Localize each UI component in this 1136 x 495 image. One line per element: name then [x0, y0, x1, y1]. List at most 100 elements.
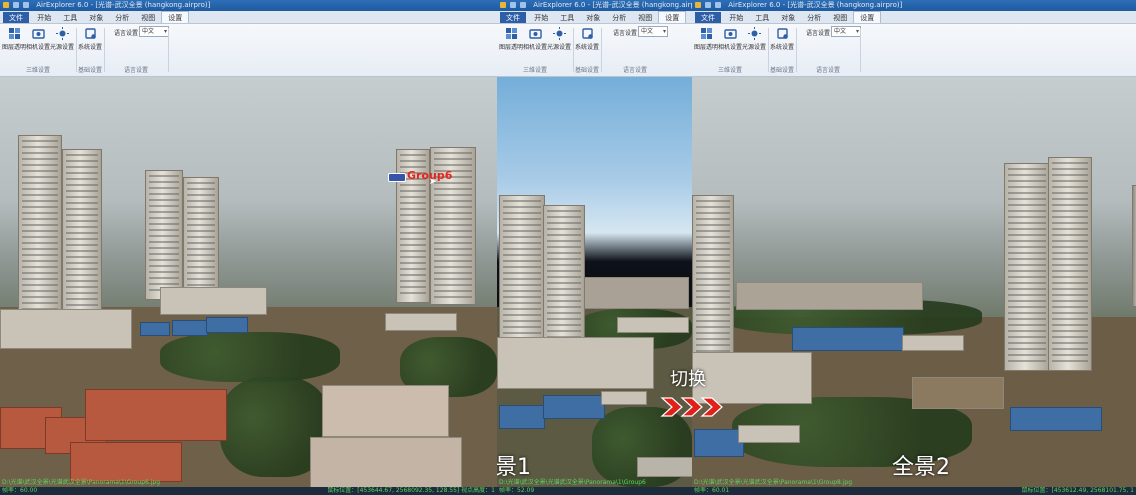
low-building: [385, 313, 457, 331]
window-title: AirExplorer 6.0 - [光谱-武汉全景 (hangkong.air…: [36, 1, 211, 9]
button-label: 相机设置: [26, 44, 51, 51]
button-label: 光源设置: [547, 44, 572, 51]
button-label: 系统设置: [575, 44, 600, 51]
camera-settings-button[interactable]: 相机设置: [718, 27, 742, 51]
camera-icon: [528, 29, 542, 39]
tab-view[interactable]: 视图: [135, 12, 161, 23]
tab-analysis[interactable]: 分析: [109, 12, 135, 23]
panorama-viewport[interactable]: Group6 ➤: [0, 77, 497, 487]
panorama-2-label: 全景2: [892, 455, 950, 480]
system-settings-button[interactable]: 系统设置: [770, 27, 794, 51]
ribbon-tabs: 文件 开始 工具 对象 分析 视图 设置: [692, 11, 1136, 24]
sun-icon: [552, 27, 566, 40]
save-icon[interactable]: [510, 2, 516, 8]
distant-buildings: [582, 277, 689, 309]
button-label: 图层透明: [499, 44, 524, 51]
tab-settings[interactable]: 设置: [658, 11, 687, 23]
layer-transparency-button[interactable]: 图层透明: [694, 27, 718, 51]
mouse-cursor-icon: ➤: [429, 177, 437, 187]
title-bar: AirExplorer 6.0 - [光谱-武汉全景 (hangkong.air…: [692, 0, 1136, 11]
podium-building: [0, 309, 132, 349]
distant-buildings: [736, 282, 923, 310]
podium-building: [497, 337, 654, 389]
file-tab[interactable]: 文件: [695, 12, 721, 23]
tab-view[interactable]: 视图: [827, 12, 853, 23]
status-bar: 帧率：60.00 鼠标位置：[453644.67, 2568092.35, 12…: [0, 487, 497, 495]
group-marker-icon[interactable]: [388, 173, 406, 182]
tab-objects[interactable]: 对象: [83, 12, 109, 23]
light-settings-button[interactable]: 光源设置: [742, 27, 766, 51]
blue-roof: [140, 322, 170, 336]
group-base-settings: 基础设置: [78, 67, 103, 74]
button-label: 光源设置: [50, 44, 75, 51]
button-label: 图层透明: [694, 44, 719, 51]
sun-icon: [747, 27, 761, 40]
button-label: 相机设置: [523, 44, 548, 51]
panorama-window-right: AirExplorer 6.0 - [光谱-武汉全景 (hangkong.air…: [692, 0, 1136, 495]
undo-icon[interactable]: [23, 2, 29, 8]
undo-icon[interactable]: [520, 2, 526, 8]
camera-icon: [31, 29, 45, 39]
camera-settings-button[interactable]: 相机设置: [26, 27, 50, 51]
frame-rate: 帧率：52.09: [499, 487, 535, 494]
tower-building: [1004, 163, 1050, 371]
undo-icon[interactable]: [715, 2, 721, 8]
group-base-settings: 基础设置: [770, 67, 795, 74]
layer-transparency-button[interactable]: 图层透明: [2, 27, 26, 51]
window-title: AirExplorer 6.0 - [光谱-武汉全景 (hangkong.air…: [533, 1, 692, 9]
button-label: 相机设置: [718, 44, 743, 51]
switch-arrows-icon: [660, 397, 723, 417]
tower-building: [62, 149, 102, 311]
save-icon[interactable]: [13, 2, 19, 8]
panorama-viewport[interactable]: 全景2: [692, 77, 1136, 487]
tab-analysis[interactable]: 分析: [801, 12, 827, 23]
tab-tools[interactable]: 工具: [554, 12, 580, 23]
tower-building: [18, 135, 62, 315]
language-select[interactable]: 中文: [139, 26, 169, 37]
system-settings-button[interactable]: 系统设置: [575, 27, 599, 51]
file-tab[interactable]: 文件: [3, 12, 29, 23]
tab-start[interactable]: 开始: [31, 12, 57, 23]
tab-settings[interactable]: 设置: [853, 11, 882, 23]
tab-objects[interactable]: 对象: [580, 12, 606, 23]
title-bar: AirExplorer 6.0 - [光谱-武汉全景 (hangkong.air…: [0, 0, 497, 11]
panorama-viewport[interactable]: 全景1: [497, 77, 692, 487]
frame-rate: 帧率：60.00: [2, 487, 38, 494]
low-building: [738, 425, 800, 443]
group-separator: [168, 28, 169, 72]
mouse-position: 鼠标位置：[453612.49, 2568101.75, 1: [1021, 487, 1135, 494]
layer-transparency-button[interactable]: 图层透明: [499, 27, 523, 51]
mouse-position: 鼠标位置：[453644.67, 2568092.35, 128.55] 视点高…: [327, 487, 495, 494]
blue-roof: [206, 317, 248, 333]
button-label: 系统设置: [770, 44, 795, 51]
tab-start[interactable]: 开始: [528, 12, 554, 23]
switch-label: 切换: [670, 369, 706, 390]
gear-icon: [84, 28, 96, 39]
language-select[interactable]: 中文: [831, 26, 861, 37]
low-building: [902, 335, 964, 351]
light-settings-button[interactable]: 光源设置: [547, 27, 571, 51]
tab-settings[interactable]: 设置: [161, 11, 190, 23]
language-select[interactable]: 中文: [638, 26, 668, 37]
group-3d-settings: 三维设置: [718, 67, 743, 74]
ribbon-panel: 图层透明 相机设置 光源设置 系统设置 语言设置 中文 三维设置 基础设置 语言…: [0, 24, 497, 77]
tab-tools[interactable]: 工具: [749, 12, 775, 23]
file-tab[interactable]: 文件: [500, 12, 526, 23]
camera-settings-button[interactable]: 相机设置: [523, 27, 547, 51]
system-settings-button[interactable]: 系统设置: [78, 27, 102, 51]
blue-roof: [543, 395, 605, 419]
red-roof-houses: [85, 389, 227, 441]
tab-objects[interactable]: 对象: [775, 12, 801, 23]
tab-analysis[interactable]: 分析: [606, 12, 632, 23]
layers-icon: [505, 28, 517, 39]
ribbon-panel: 图层透明 相机设置 光源设置 系统设置 语言设置 中文 三维设置 基础设置 语言…: [692, 24, 1136, 77]
frame-rate: 帧率：60.01: [694, 487, 730, 494]
tab-tools[interactable]: 工具: [57, 12, 83, 23]
sun-icon: [55, 27, 69, 40]
tab-start[interactable]: 开始: [723, 12, 749, 23]
status-bar: 帧率：60.01 鼠标位置：[453612.49, 2568101.75, 1: [692, 487, 1136, 495]
light-settings-button[interactable]: 光源设置: [50, 27, 74, 51]
gear-icon: [581, 28, 593, 39]
save-icon[interactable]: [705, 2, 711, 8]
tab-view[interactable]: 视图: [632, 12, 658, 23]
